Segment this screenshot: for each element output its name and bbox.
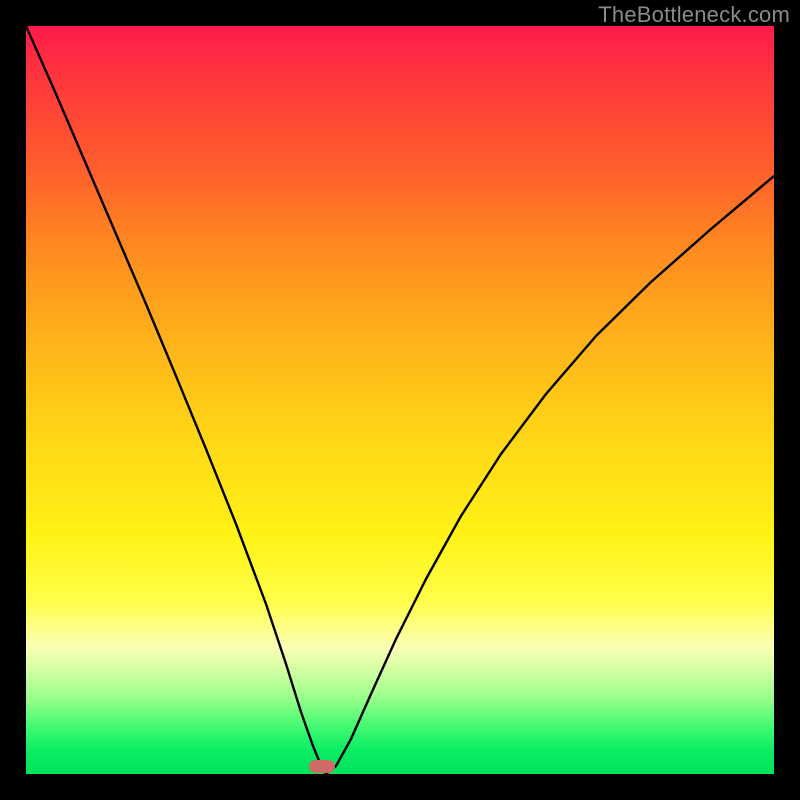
optimal-marker xyxy=(309,760,335,773)
bottleneck-curve xyxy=(26,26,774,774)
chart-frame: TheBottleneck.com xyxy=(0,0,800,800)
watermark-text: TheBottleneck.com xyxy=(598,2,790,28)
